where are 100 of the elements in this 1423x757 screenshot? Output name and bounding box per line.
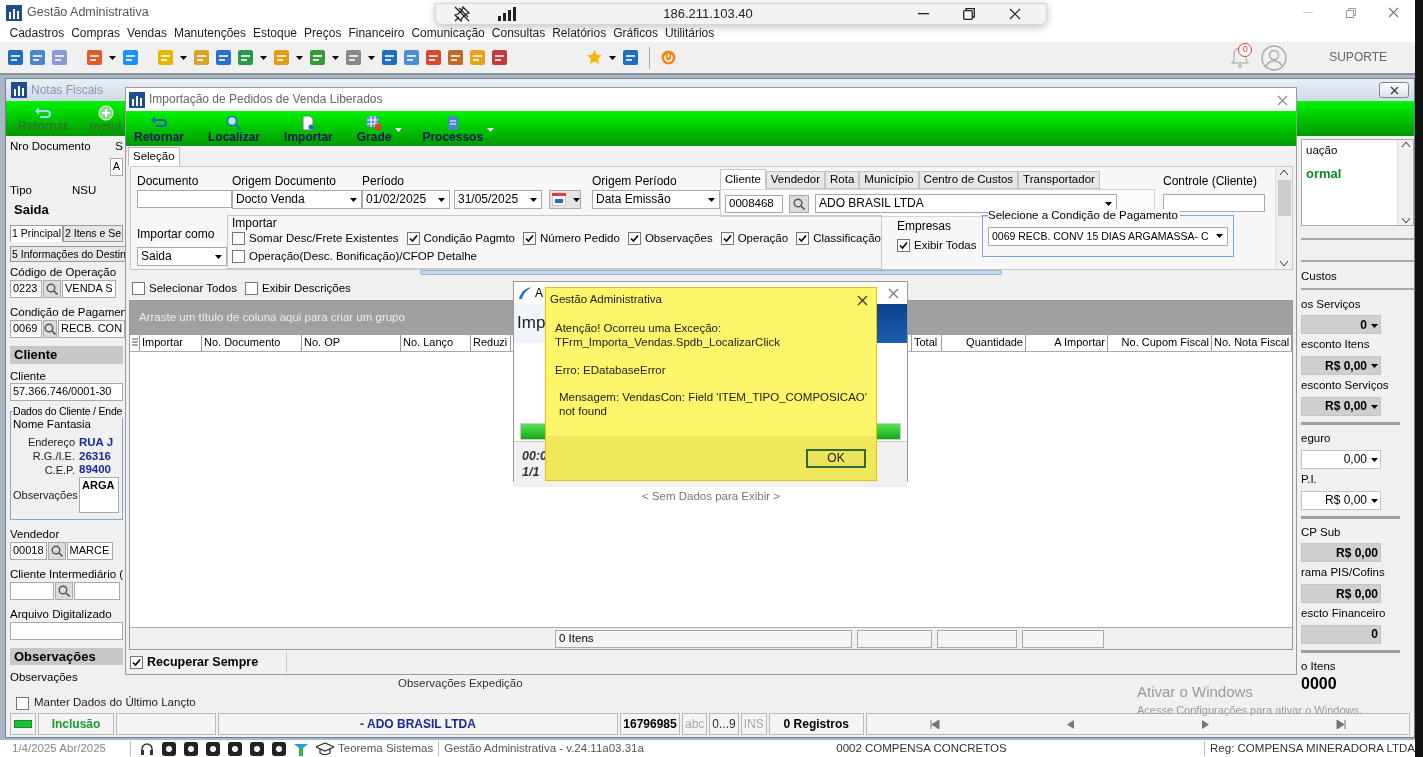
shortcut-icon[interactable] bbox=[52, 50, 67, 65]
menu-item[interactable]: Estoque bbox=[249, 26, 301, 41]
social-media-icon[interactable] bbox=[184, 741, 198, 756]
text-field[interactable]: 0069 bbox=[10, 319, 42, 338]
shortcut-icon[interactable] bbox=[492, 50, 507, 65]
column-header[interactable]: Quantidade bbox=[942, 335, 1026, 351]
value-field[interactable]: R$ 0,00 bbox=[1301, 584, 1381, 604]
social-media-icon[interactable] bbox=[272, 741, 286, 756]
column-header[interactable]: Total bbox=[912, 335, 942, 351]
social-media-icon[interactable] bbox=[162, 741, 176, 756]
checkbox[interactable] bbox=[720, 232, 734, 246]
text-field[interactable]: RECB. CON bbox=[58, 319, 126, 338]
column-header[interactable]: Importar bbox=[140, 335, 202, 351]
shortcut-icon[interactable] bbox=[87, 50, 102, 65]
company-logo-icon[interactable] bbox=[294, 741, 308, 756]
column-header[interactable]: Reduzi bbox=[471, 335, 511, 351]
value-field[interactable]: 0,00 bbox=[1301, 449, 1381, 469]
menu-item[interactable]: Cadastros bbox=[6, 26, 68, 41]
checkbox-label[interactable]: Somar Desc/Frete Existentes bbox=[249, 232, 399, 246]
close-button[interactable] bbox=[857, 293, 868, 307]
toolbar-button[interactable]: Processos bbox=[418, 112, 495, 145]
menu-item[interactable]: Gráficos bbox=[609, 26, 662, 41]
column-header[interactable]: No. OP bbox=[302, 335, 401, 351]
power-icon[interactable] bbox=[661, 50, 676, 65]
user-icon[interactable] bbox=[1261, 44, 1288, 71]
shortcut-icon[interactable] bbox=[274, 50, 289, 65]
value-field[interactable]: R$ 0,00 bbox=[1301, 397, 1381, 416]
text-field[interactable]: MARCE bbox=[66, 541, 113, 560]
checkbox-label[interactable]: Operação(Desc. Bonificação)/CFOP Detalhe bbox=[249, 249, 477, 264]
tab[interactable]: Centro de Custos bbox=[918, 171, 1019, 189]
tab[interactable]: Seleção bbox=[128, 147, 180, 166]
search-button[interactable] bbox=[43, 319, 57, 338]
value-field[interactable]: R$ 0,00 bbox=[1301, 356, 1381, 376]
menu-item[interactable]: Relatórios bbox=[548, 26, 610, 41]
toolbar-button[interactable]: Grade bbox=[352, 112, 403, 145]
tab[interactable]: Município bbox=[859, 171, 919, 189]
menu-item[interactable]: Financeiro bbox=[344, 26, 408, 41]
dropdown[interactable]: Docto Venda bbox=[232, 190, 362, 209]
column-header[interactable]: No. Nota Fiscal bbox=[1212, 335, 1292, 351]
search-button[interactable] bbox=[789, 194, 809, 213]
checkbox[interactable] bbox=[796, 232, 810, 246]
payment-dropdown[interactable]: 0069 RECB. CONV 15 DIAS ARGAMASSA- C bbox=[988, 226, 1228, 246]
graduation-cap-icon[interactable] bbox=[316, 741, 334, 756]
signal-icon[interactable] bbox=[498, 7, 516, 21]
toolbar-button[interactable]: Retornar bbox=[130, 112, 188, 145]
social-media-icon[interactable] bbox=[250, 741, 264, 756]
checkbox-label[interactable]: Condição Pagmto bbox=[423, 232, 515, 246]
shortcut-icon[interactable] bbox=[404, 50, 419, 65]
checkbox-label[interactable]: Exibir Descrições bbox=[262, 282, 351, 296]
scrollbar[interactable] bbox=[1275, 167, 1292, 269]
text-field[interactable]: VENDA S bbox=[62, 280, 116, 299]
shortcut-icon[interactable] bbox=[310, 50, 325, 65]
toolbar-button[interactable]: Localizar bbox=[204, 112, 265, 145]
dropdown[interactable]: Data Emissão bbox=[592, 190, 720, 209]
checkbox[interactable] bbox=[523, 232, 536, 246]
checkbox-label[interactable]: Manter Dados do Último Lançto bbox=[34, 696, 196, 710]
text-field[interactable] bbox=[74, 581, 120, 600]
checkbox-label[interactable]: Classificação bbox=[813, 232, 881, 246]
shortcut-icon[interactable] bbox=[346, 50, 361, 65]
shortcut-icon[interactable] bbox=[448, 50, 463, 65]
search-button[interactable] bbox=[47, 541, 66, 560]
menu-item[interactable]: Utilitários bbox=[661, 26, 718, 41]
menu-item[interactable]: Comunicação bbox=[407, 26, 489, 41]
checkbox[interactable] bbox=[406, 232, 420, 246]
headset-icon[interactable] bbox=[140, 741, 154, 756]
checkbox[interactable] bbox=[245, 282, 258, 296]
scrollbar[interactable] bbox=[1397, 140, 1413, 226]
user-name[interactable]: SUPORTE bbox=[1329, 50, 1387, 65]
menu-item[interactable]: Preços bbox=[300, 26, 345, 41]
text-field[interactable] bbox=[1163, 194, 1265, 212]
column-header[interactable]: No. Cupom Fiscal bbox=[1108, 335, 1212, 351]
text-field[interactable]: 57.366.746/0001-30 bbox=[10, 383, 123, 402]
calendar-button[interactable] bbox=[549, 190, 581, 209]
checkbox[interactable] bbox=[232, 232, 245, 246]
checkbox-label[interactable]: Exibir Todas bbox=[914, 239, 977, 253]
shortcut-icon[interactable] bbox=[623, 50, 638, 65]
text-field[interactable] bbox=[10, 621, 123, 640]
footer-link[interactable]: Teorema Sistemas bbox=[338, 741, 434, 756]
checkbox-label[interactable]: Recuperar Sempre bbox=[147, 654, 259, 670]
column-header[interactable]: No. Lanço bbox=[401, 335, 471, 351]
checkbox[interactable] bbox=[627, 232, 641, 246]
close-button[interactable] bbox=[1379, 82, 1409, 98]
date-field[interactable]: 31/05/2025 bbox=[454, 190, 542, 209]
dropdown[interactable]: Saida bbox=[137, 247, 227, 266]
tab[interactable]: Custos bbox=[1301, 269, 1414, 284]
text-field[interactable]: 0223 bbox=[10, 280, 42, 299]
splitter-handle[interactable] bbox=[420, 270, 1002, 275]
unpin-icon[interactable] bbox=[454, 6, 470, 22]
text-field[interactable]: 00018 bbox=[10, 541, 47, 560]
menu-item[interactable]: Vendas bbox=[123, 26, 171, 41]
text-field[interactable]: A bbox=[109, 157, 123, 176]
notes-field[interactable]: ARGA bbox=[79, 477, 119, 514]
first-record-icon[interactable] bbox=[929, 719, 940, 729]
checkbox[interactable] bbox=[232, 250, 245, 264]
text-field[interactable] bbox=[10, 581, 54, 600]
checkbox-label[interactable]: Selecionar Todos bbox=[149, 282, 237, 296]
menu-item[interactable]: Compras bbox=[67, 26, 124, 41]
column-header[interactable]: No. Documento bbox=[202, 335, 302, 351]
shortcut-icon[interactable] bbox=[30, 50, 45, 65]
tab[interactable]: Transportador bbox=[1018, 171, 1100, 189]
